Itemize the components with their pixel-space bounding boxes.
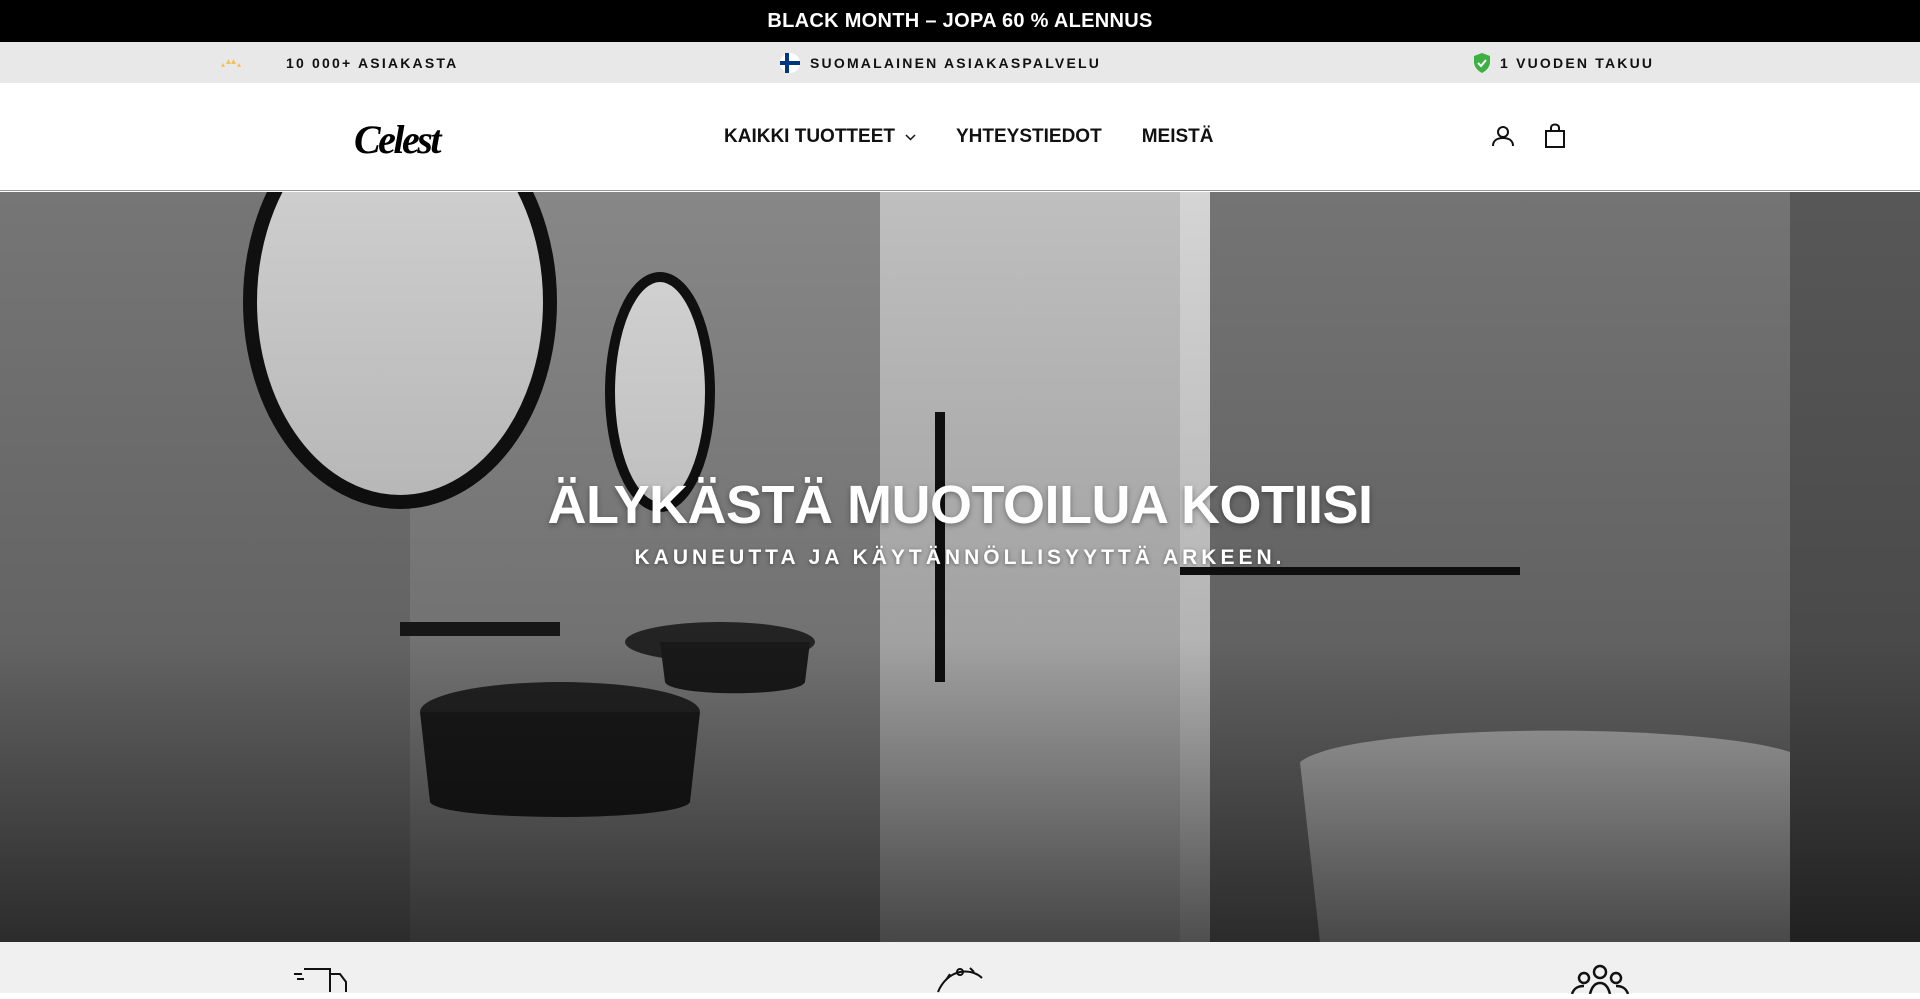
hero-subtitle: KAUNEUTTA JA KÄYTÄNNÖLLISYYTTÄ ARKEEN.: [634, 546, 1286, 569]
site-logo[interactable]: Celest: [354, 116, 441, 163]
nav-label-about: MEISTÄ: [1141, 126, 1214, 147]
announcement-bar: BLACK MONTH – JOPA 60 % ALENNUS: [0, 0, 1920, 42]
announcement-text: BLACK MONTH – JOPA 60 % ALENNUS: [767, 9, 1153, 32]
trust-label-service: SUOMALAINEN ASIAKASPALVELU: [810, 54, 1102, 71]
stars-icon: [216, 57, 246, 69]
trust-item-warranty: 1 VUODEN TAKUU: [1472, 42, 1654, 83]
nav-item-all-products[interactable]: KAIKKI TUOTTEET: [724, 126, 916, 148]
hero-title: ÄLYKÄSTÄ MUOTOILUA KOTIISI: [547, 475, 1373, 535]
hero-content: ÄLYKÄSTÄ MUOTOILUA KOTIISI KAUNEUTTA JA …: [0, 192, 1920, 942]
site-header: Celest KAIKKI TUOTTEET YHTEYSTIEDOT MEIS…: [0, 83, 1920, 191]
finland-flag-icon: [780, 52, 800, 73]
main-nav: KAIKKI TUOTTEET YHTEYSTIEDOT MEISTÄ: [724, 83, 1253, 191]
people-group-icon: [1570, 964, 1630, 999]
nav-label-contact: YHTEYSTIEDOT: [956, 126, 1102, 147]
shield-check-icon: [1472, 52, 1492, 74]
trust-item-customers: 10 000+ ASIAKASTA: [216, 42, 458, 83]
hero-banner: ÄLYKÄSTÄ MUOTOILUA KOTIISI KAUNEUTTA JA …: [0, 192, 1920, 942]
trust-label-customers: 10 000+ ASIAKASTA: [286, 54, 459, 71]
delivery-truck-icon: [292, 964, 352, 999]
features-strip: [0, 942, 1920, 995]
nav-item-contact[interactable]: YHTEYSTIEDOT: [956, 126, 1102, 148]
cart-icon[interactable]: [1543, 123, 1567, 154]
chevron-down-icon: [905, 133, 916, 141]
nav-item-about[interactable]: MEISTÄ: [1142, 126, 1214, 148]
sparkle-icon: [930, 964, 990, 999]
trust-item-service: SUOMALAINEN ASIAKASPALVELU: [780, 42, 1101, 83]
trust-bar: 10 000+ ASIAKASTA SUOMALAINEN ASIAKASPAL…: [0, 42, 1920, 83]
trust-label-warranty: 1 VUODEN TAKUU: [1500, 54, 1655, 71]
account-icon[interactable]: [1490, 123, 1516, 154]
nav-label-all-products: KAIKKI TUOTTEET: [724, 126, 895, 147]
